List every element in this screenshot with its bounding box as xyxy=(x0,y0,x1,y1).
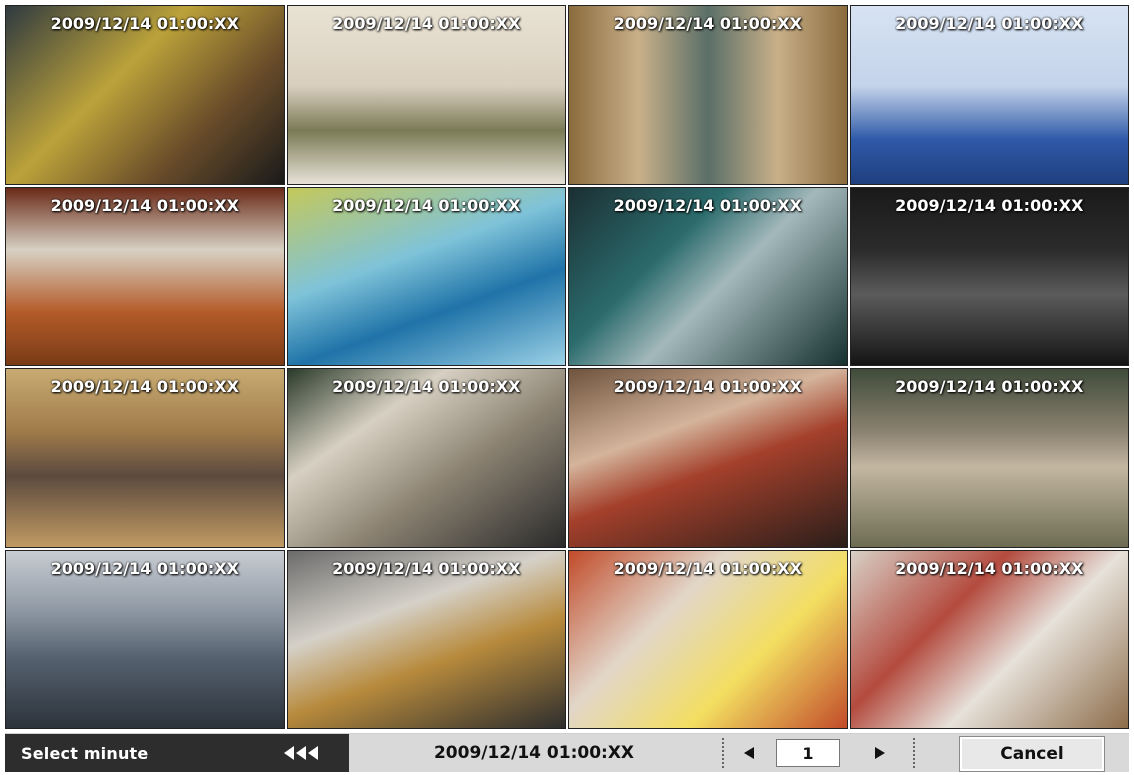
select-minute-label: Select minute xyxy=(21,744,149,763)
tile-timestamp: 2009/12/14 01:00:XX xyxy=(332,14,521,33)
page-number-field[interactable]: 1 xyxy=(776,739,840,767)
page-navigation: 1 xyxy=(730,734,920,772)
tile-timestamp: 2009/12/14 01:00:XX xyxy=(613,377,802,396)
camera-tile-8[interactable]: 2009/12/14 01:00:XX xyxy=(849,186,1129,366)
tile-timestamp: 2009/12/14 01:00:XX xyxy=(332,558,521,578)
camera-tile-5[interactable]: 2009/12/14 01:00:XX xyxy=(5,186,285,366)
select-minute-control[interactable]: Select minute xyxy=(5,734,349,772)
tile-timestamp: 2009/12/14 01:00:XX xyxy=(50,14,239,33)
camera-tile-14[interactable]: 2009/12/14 01:00:XX xyxy=(286,549,566,729)
tile-timestamp: 2009/12/14 01:00:XX xyxy=(895,377,1084,396)
camera-grid: 2009/12/14 01:00:XX 2009/12/14 01:00:XX … xyxy=(5,5,1129,729)
triple-left-arrow-icon[interactable] xyxy=(275,740,331,766)
tile-timestamp: 2009/12/14 01:00:XX xyxy=(613,195,802,215)
bottom-control-bar: Select minute 2009/12/14 01:00:XX 1 Canc… xyxy=(5,733,1129,772)
dvr-playback-screen: 2009/12/14 01:00:XX 2009/12/14 01:00:XX … xyxy=(0,0,1134,775)
camera-tile-9[interactable]: 2009/12/14 01:00:XX xyxy=(5,368,285,548)
camera-tile-11[interactable]: 2009/12/14 01:00:XX xyxy=(568,368,848,548)
current-datetime: 2009/12/14 01:00:XX xyxy=(433,743,635,763)
camera-tile-4[interactable]: 2009/12/14 01:00:XX xyxy=(849,5,1129,185)
tile-timestamp: 2009/12/14 01:00:XX xyxy=(895,14,1084,33)
tile-timestamp: 2009/12/14 01:00:XX xyxy=(50,558,239,578)
divider xyxy=(913,738,917,768)
tile-timestamp: 2009/12/14 01:00:XX xyxy=(895,195,1084,215)
camera-tile-6[interactable]: 2009/12/14 01:00:XX xyxy=(286,186,566,366)
camera-tile-2[interactable]: 2009/12/14 01:00:XX xyxy=(286,5,566,185)
camera-tile-3[interactable]: 2009/12/14 01:00:XX xyxy=(568,5,848,185)
tile-timestamp: 2009/12/14 01:00:XX xyxy=(332,195,521,215)
tile-timestamp: 2009/12/14 01:00:XX xyxy=(332,377,521,396)
camera-tile-12[interactable]: 2009/12/14 01:00:XX xyxy=(849,368,1129,548)
camera-tile-16[interactable]: 2009/12/14 01:00:XX xyxy=(849,549,1129,729)
camera-tile-13[interactable]: 2009/12/14 01:00:XX xyxy=(5,549,285,729)
camera-tile-15[interactable]: 2009/12/14 01:00:XX xyxy=(568,549,848,729)
tile-timestamp: 2009/12/14 01:00:XX xyxy=(613,558,802,578)
camera-tile-10[interactable]: 2009/12/14 01:00:XX xyxy=(286,368,566,548)
tile-timestamp: 2009/12/14 01:00:XX xyxy=(895,558,1084,578)
camera-tile-7[interactable]: 2009/12/14 01:00:XX xyxy=(568,186,848,366)
divider xyxy=(722,738,726,768)
right-triangle-icon[interactable] xyxy=(871,745,889,761)
tile-timestamp: 2009/12/14 01:00:XX xyxy=(50,195,239,215)
tile-timestamp: 2009/12/14 01:00:XX xyxy=(613,14,802,33)
cancel-button[interactable]: Cancel xyxy=(959,736,1105,772)
tile-timestamp: 2009/12/14 01:00:XX xyxy=(50,377,239,396)
camera-tile-1[interactable]: 2009/12/14 01:00:XX xyxy=(5,5,285,185)
left-triangle-icon[interactable] xyxy=(740,745,758,761)
